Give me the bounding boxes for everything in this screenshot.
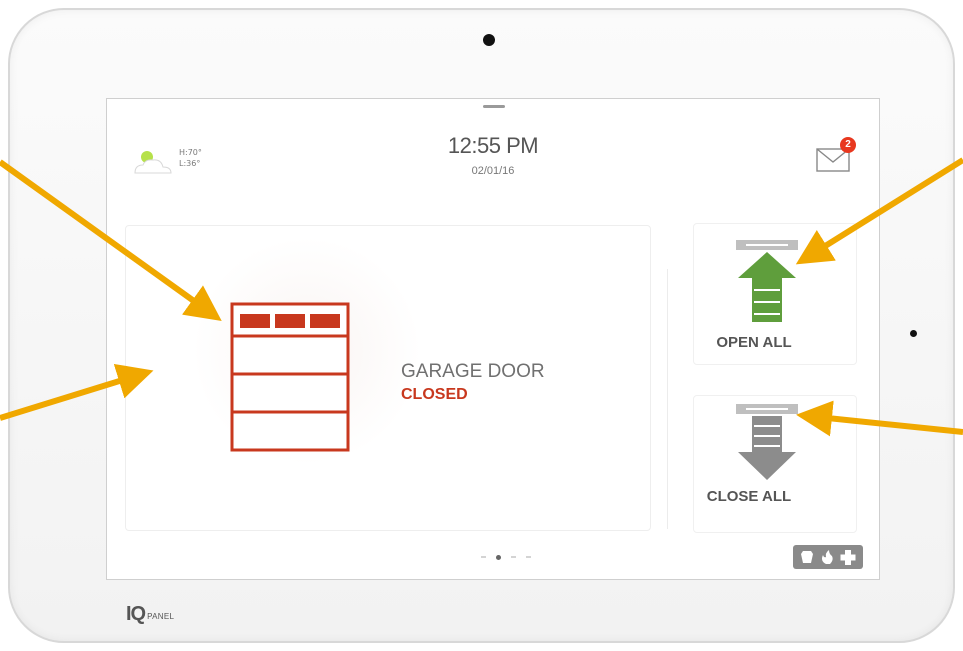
- clock-date: 02/01/16: [471, 165, 515, 177]
- clock: 12:55 PM 02/01/16: [107, 133, 879, 177]
- emergency-icons: [801, 550, 856, 565]
- pull-down-handle[interactable]: [483, 105, 505, 108]
- logo-panel: PANEL: [147, 612, 175, 621]
- medical-cross-icon: [840, 550, 856, 565]
- close-all-button[interactable]: CLOSE ALL: [693, 395, 857, 533]
- emergency-button[interactable]: [793, 545, 863, 569]
- page-dot: [526, 556, 531, 558]
- garage-open-icon: [736, 240, 798, 322]
- unread-badge: 2: [840, 137, 856, 153]
- proximity-sensor: [910, 330, 917, 337]
- brand-logo: IQ PANEL: [126, 604, 174, 624]
- clock-time: 12:55 PM: [447, 133, 539, 158]
- garage-door-tile[interactable]: GARAGE DOOR CLOSED: [125, 225, 651, 531]
- logo-iq: IQ: [126, 603, 146, 625]
- page-dot: [481, 556, 486, 558]
- messages-button[interactable]: 2: [813, 137, 861, 177]
- device-name: GARAGE DOOR: [401, 361, 545, 382]
- touch-screen: H:70° L:36° 12:55 PM 02/01/16 2 GARAGE D…: [106, 98, 880, 580]
- garage-close-icon: [736, 404, 798, 480]
- page-dot-active: [496, 554, 501, 560]
- page-indicator[interactable]: [461, 551, 551, 563]
- close-all-label: CLOSE ALL: [706, 488, 792, 505]
- device-status: CLOSED: [401, 386, 468, 403]
- fire-icon: [822, 550, 833, 564]
- open-all-button[interactable]: OPEN ALL: [693, 223, 857, 365]
- divider: [667, 269, 668, 529]
- police-icon: [801, 551, 813, 563]
- open-all-label: OPEN ALL: [716, 334, 792, 351]
- garage-door-icon: [230, 302, 350, 452]
- page-dot: [511, 556, 516, 558]
- camera-lens: [483, 34, 495, 46]
